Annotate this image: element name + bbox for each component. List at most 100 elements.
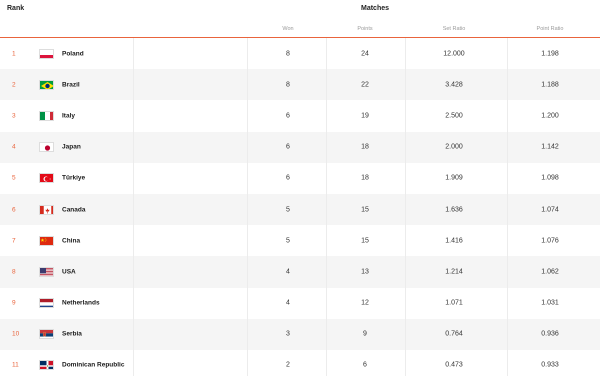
country-name[interactable]: Brazil: [62, 81, 80, 88]
point-ratio-cell: 1.200: [541, 112, 559, 120]
country-name[interactable]: Türkiye: [62, 175, 85, 182]
japan-flag-icon: [39, 142, 54, 153]
column-divider: [133, 256, 134, 288]
table-row[interactable]: 7 China 5 15 1.416 1.076: [0, 225, 600, 257]
won-cell: 5: [286, 237, 290, 245]
dominican-republic-flag-icon: [39, 360, 54, 371]
point-ratio-cell: 1.142: [541, 143, 559, 151]
points-cell: 12: [361, 299, 369, 307]
table-header: Rank Matches: [0, 0, 600, 18]
table-row[interactable]: 2 Brazil 8 22 3.428 1.188: [0, 69, 600, 101]
point-ratio-cell: 0.936: [541, 330, 559, 338]
country-name[interactable]: Poland: [62, 50, 84, 57]
column-divider: [507, 349, 508, 376]
column-divider: [133, 349, 134, 376]
column-divider: [405, 225, 406, 257]
usa-flag-icon: [39, 266, 54, 277]
table-row[interactable]: 6 Canada 5 15 1.636 1.074: [0, 193, 600, 226]
table-row[interactable]: 1 Poland 8 24 12.000 1.198: [0, 38, 600, 70]
rank-cell: 3: [12, 112, 16, 120]
point-ratio-cell: 0.933: [541, 361, 559, 369]
italy-flag-icon: [39, 110, 54, 121]
set-ratio-cell: 2.500: [445, 112, 463, 120]
table-row[interactable]: 11 Dominican Republic 2 6 0.473 0.933: [0, 349, 600, 376]
country-name[interactable]: China: [62, 237, 80, 244]
point-ratio-header[interactable]: Point Ratio: [510, 26, 590, 32]
column-divider: [133, 193, 134, 226]
column-divider: [507, 100, 508, 132]
won-cell: 3: [286, 330, 290, 338]
netherlands-flag-icon: [39, 298, 54, 309]
column-divider: [405, 131, 406, 163]
country-name[interactable]: USA: [62, 268, 76, 275]
country-name[interactable]: Serbia: [62, 331, 82, 338]
country-name[interactable]: Netherlands: [62, 300, 100, 307]
standings-table: Rank Matches Won Points Set Ratio Point …: [0, 0, 600, 376]
column-divider: [133, 318, 134, 350]
table-subheader: Won Points Set Ratio Point Ratio: [0, 18, 600, 38]
serbia-flag-icon: [39, 329, 54, 340]
set-ratio-cell: 3.428: [445, 81, 463, 89]
turkiye-flag-icon: [39, 173, 54, 184]
rank-cell: 4: [12, 143, 16, 151]
rank-cell: 1: [12, 50, 16, 58]
brazil-flag-icon: [39, 79, 54, 90]
column-divider: [133, 225, 134, 257]
won-cell: 6: [286, 174, 290, 182]
point-ratio-cell: 1.074: [541, 206, 559, 214]
column-divider: [405, 318, 406, 350]
table-row[interactable]: 9 Netherlands 4 12 1.071 1.031: [0, 287, 600, 319]
set-ratio-cell: 2.000: [445, 143, 463, 151]
point-ratio-cell: 1.188: [541, 81, 559, 89]
points-cell: 24: [361, 50, 369, 58]
set-ratio-cell: 1.909: [445, 174, 463, 182]
country-name[interactable]: Canada: [62, 206, 85, 213]
table-row[interactable]: 5 Türkiye 6 18 1.909 1.098: [0, 162, 600, 194]
table-row[interactable]: 3 Italy 6 19 2.500 1.200: [0, 100, 600, 132]
table-row[interactable]: 8 USA 4 13 1.214 1.062: [0, 256, 600, 288]
set-ratio-cell: 0.764: [445, 330, 463, 338]
won-cell: 4: [286, 299, 290, 307]
column-divider: [507, 69, 508, 101]
won-cell: 8: [286, 50, 290, 58]
column-divider: [133, 131, 134, 163]
points-cell: 6: [363, 361, 367, 369]
column-divider: [133, 162, 134, 194]
column-divider: [405, 349, 406, 376]
column-divider: [507, 318, 508, 350]
column-divider: [405, 162, 406, 194]
rank-cell: 8: [12, 268, 16, 276]
column-divider: [507, 193, 508, 226]
points-cell: 15: [361, 206, 369, 214]
rank-cell: 5: [12, 174, 16, 182]
points-header[interactable]: Points: [325, 26, 405, 32]
won-cell: 5: [286, 206, 290, 214]
set-ratio-header[interactable]: Set Ratio: [414, 26, 494, 32]
points-cell: 13: [361, 268, 369, 276]
points-cell: 22: [361, 81, 369, 89]
won-cell: 6: [286, 143, 290, 151]
country-name[interactable]: Italy: [62, 112, 75, 119]
set-ratio-cell: 12.000: [443, 50, 465, 58]
rank-cell: 2: [12, 81, 16, 89]
column-divider: [405, 287, 406, 319]
country-name[interactable]: Japan: [62, 144, 81, 151]
matches-header: Matches: [361, 5, 390, 12]
point-ratio-cell: 1.198: [541, 50, 559, 58]
won-cell: 4: [286, 268, 290, 276]
country-name[interactable]: Dominican Republic: [62, 362, 124, 369]
points-cell: 15: [361, 237, 369, 245]
won-cell: 2: [286, 361, 290, 369]
points-cell: 9: [363, 330, 367, 338]
table-row[interactable]: 10 Serbia 3 9 0.764 0.936: [0, 318, 600, 350]
won-header[interactable]: Won: [248, 26, 328, 32]
set-ratio-cell: 1.214: [445, 268, 463, 276]
rank-cell: 10: [12, 330, 20, 338]
column-divider: [507, 38, 508, 70]
column-divider: [133, 69, 134, 101]
poland-flag-icon: [39, 48, 54, 59]
rank-header[interactable]: Rank: [7, 5, 24, 12]
column-divider: [507, 287, 508, 319]
column-divider: [507, 225, 508, 257]
table-row[interactable]: 4 Japan 6 18 2.000 1.142: [0, 131, 600, 163]
